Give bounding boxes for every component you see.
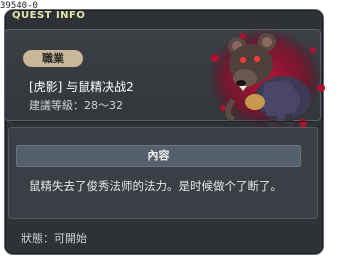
quest-status: 狀態：可開始 bbox=[21, 232, 87, 245]
window-title: QUEST INFO bbox=[12, 10, 86, 21]
content-text: 鼠精失去了俊秀法师的法力。是时候做个了断了。 bbox=[29, 179, 282, 193]
quest-title: [虎影] 与鼠精决战2 bbox=[29, 80, 134, 94]
job-badge: 職業 bbox=[23, 50, 83, 67]
content-header: 內容 bbox=[16, 145, 301, 167]
recommended-level: 建議等級：28～32 bbox=[29, 99, 123, 112]
rat-monster-portrait-icon bbox=[207, 28, 325, 130]
content-panel bbox=[8, 127, 318, 219]
section-divider bbox=[12, 121, 312, 122]
